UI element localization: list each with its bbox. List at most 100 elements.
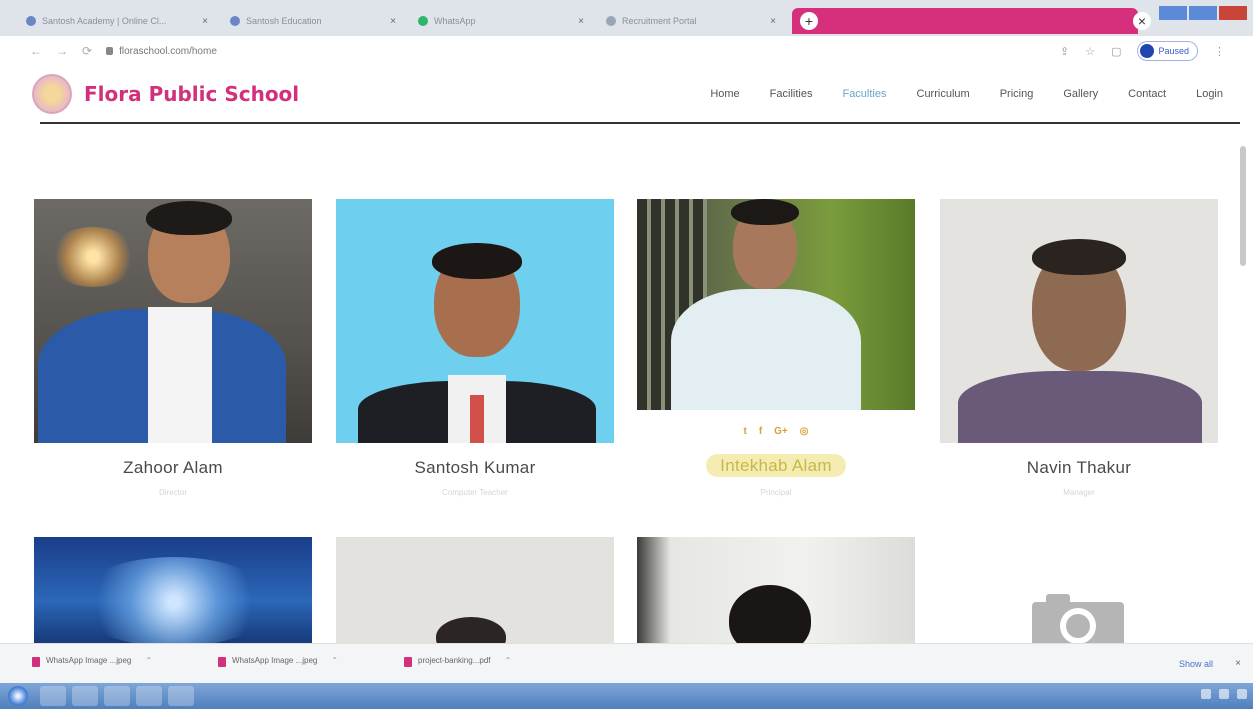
faculty-photo bbox=[336, 199, 614, 443]
brand-name[interactable]: Flora Public School bbox=[84, 82, 299, 106]
maximize-icon[interactable] bbox=[1189, 6, 1217, 20]
download-filename: WhatsApp Image ...jpeg bbox=[46, 656, 132, 665]
faculty-photo bbox=[34, 537, 312, 643]
camera-placeholder-icon bbox=[1032, 594, 1124, 648]
show-all-downloads-button[interactable]: Show all bbox=[1179, 659, 1213, 669]
nav-facilities[interactable]: Facilities bbox=[770, 88, 813, 100]
back-icon[interactable]: ← bbox=[30, 44, 42, 58]
menu-icon[interactable]: ⋮ bbox=[1214, 45, 1225, 58]
url-field[interactable]: floraschool.com/home bbox=[106, 46, 217, 57]
download-filename: WhatsApp Image ...jpeg bbox=[232, 656, 318, 665]
main-nav: Home Facilities Faculties Curriculum Pri… bbox=[710, 88, 1223, 100]
lock-icon bbox=[106, 47, 114, 55]
share-icon[interactable]: ⇪ bbox=[1060, 45, 1069, 58]
nav-faculties[interactable]: Faculties bbox=[842, 88, 886, 100]
network-icon[interactable] bbox=[1201, 689, 1211, 699]
nav-contact[interactable]: Contact bbox=[1128, 88, 1166, 100]
browser-tab[interactable]: WhatsApp × bbox=[410, 8, 592, 34]
site-favicon-icon bbox=[606, 16, 616, 26]
faculty-role: Computer Teacher bbox=[442, 488, 508, 497]
tab-label: WhatsApp bbox=[434, 16, 476, 26]
chevron-up-icon[interactable]: ⌃ bbox=[145, 656, 152, 665]
page-scrollbar[interactable] bbox=[1240, 146, 1246, 266]
taskbar-app-icon[interactable] bbox=[168, 686, 194, 706]
flag-icon[interactable] bbox=[1237, 689, 1247, 699]
close-tab-icon[interactable]: × bbox=[390, 16, 396, 27]
profile-label: Paused bbox=[1158, 46, 1189, 56]
close-tab-icon[interactable]: × bbox=[770, 16, 776, 27]
site-favicon-icon bbox=[26, 16, 36, 26]
volume-icon[interactable] bbox=[1219, 689, 1229, 699]
google-plus-icon[interactable]: G+ bbox=[774, 426, 788, 437]
browser-tab-active[interactable] bbox=[792, 8, 1138, 34]
faculty-photo bbox=[637, 537, 915, 643]
faculty-name: Zahoor Alam bbox=[123, 458, 223, 477]
tab-label: Santosh Academy | Online Cl... bbox=[42, 16, 167, 26]
avatar bbox=[1140, 44, 1155, 58]
close-tab-icon[interactable]: × bbox=[1133, 12, 1151, 30]
faculty-name: Intekhab Alam bbox=[706, 454, 846, 477]
window-controls bbox=[1159, 6, 1247, 20]
faculty-role: Director bbox=[158, 488, 187, 497]
instagram-icon[interactable]: ◎ bbox=[800, 426, 809, 437]
faculty-photo bbox=[637, 199, 915, 410]
browser-tab[interactable]: Recruitment Portal × bbox=[598, 8, 784, 34]
address-bar: ← → ⟳ floraschool.com/home ⇪ ☆ ▢ Paused … bbox=[0, 36, 1253, 66]
taskbar-app-icon[interactable] bbox=[72, 686, 98, 706]
new-tab-icon[interactable]: + bbox=[800, 12, 818, 30]
image-file-icon bbox=[32, 657, 40, 667]
url-text: floraschool.com/home bbox=[119, 45, 217, 57]
close-downloads-icon[interactable]: × bbox=[1235, 658, 1241, 669]
profile-button[interactable]: Paused bbox=[1137, 41, 1198, 61]
facebook-icon[interactable]: f bbox=[759, 426, 762, 437]
forward-icon[interactable]: → bbox=[56, 44, 68, 58]
browser-tab-bar: Santosh Academy | Online Cl... × Santosh… bbox=[0, 0, 1253, 36]
faculty-role: Manager bbox=[1063, 488, 1095, 497]
window-close-icon[interactable] bbox=[1219, 6, 1247, 20]
nav-pricing[interactable]: Pricing bbox=[1000, 88, 1034, 100]
close-tab-icon[interactable]: × bbox=[578, 16, 584, 27]
faculty-role: Principal bbox=[760, 488, 792, 497]
chevron-up-icon[interactable]: ⌃ bbox=[331, 656, 338, 665]
nav-curriculum[interactable]: Curriculum bbox=[917, 88, 970, 100]
system-tray bbox=[1201, 689, 1247, 699]
taskbar-app-icon[interactable] bbox=[136, 686, 162, 706]
download-item[interactable]: WhatsApp Image ...jpeg ⌃ bbox=[32, 656, 152, 667]
sidebar-icon[interactable]: ▢ bbox=[1111, 45, 1121, 58]
faculty-social-links: t f G+ ◎ bbox=[637, 426, 915, 437]
nav-gallery[interactable]: Gallery bbox=[1063, 88, 1098, 100]
twitter-icon[interactable]: t bbox=[743, 426, 746, 437]
taskbar-app-icon[interactable] bbox=[40, 686, 66, 706]
address-bar-actions: ⇪ ☆ ▢ Paused ⋮ bbox=[1060, 41, 1225, 61]
tab-label: Santosh Education bbox=[246, 16, 322, 26]
image-file-icon bbox=[218, 657, 226, 667]
start-button-icon[interactable] bbox=[8, 686, 28, 706]
site-header: Flora Public School Home Facilities Facu… bbox=[0, 66, 1253, 124]
browser-tab[interactable]: Santosh Education × bbox=[222, 8, 404, 34]
chevron-up-icon[interactable]: ⌃ bbox=[505, 656, 512, 665]
bookmark-star-icon[interactable]: ☆ bbox=[1085, 45, 1095, 58]
faculty-photo bbox=[336, 537, 614, 643]
header-divider bbox=[40, 122, 1240, 124]
reload-icon[interactable]: ⟳ bbox=[82, 44, 92, 58]
pdf-file-icon bbox=[404, 657, 412, 667]
minimize-icon[interactable] bbox=[1159, 6, 1187, 20]
whatsapp-icon bbox=[418, 16, 428, 26]
download-filename: project-banking...pdf bbox=[418, 656, 491, 665]
close-tab-icon[interactable]: × bbox=[202, 16, 208, 27]
download-item[interactable]: project-banking...pdf ⌃ bbox=[404, 656, 511, 667]
faculty-photo bbox=[34, 199, 312, 443]
browser-nav: ← → ⟳ bbox=[30, 44, 92, 58]
browser-tab[interactable]: Santosh Academy | Online Cl... × bbox=[18, 8, 216, 34]
nav-home[interactable]: Home bbox=[710, 88, 739, 100]
download-item[interactable]: WhatsApp Image ...jpeg ⌃ bbox=[218, 656, 338, 667]
downloads-bar: WhatsApp Image ...jpeg ⌃ WhatsApp Image … bbox=[0, 643, 1253, 683]
faculty-name: Navin Thakur bbox=[1026, 458, 1132, 477]
faculty-name: Santosh Kumar bbox=[414, 458, 536, 477]
tab-label: Recruitment Portal bbox=[622, 16, 697, 26]
os-taskbar bbox=[0, 683, 1253, 709]
school-logo[interactable] bbox=[32, 74, 72, 114]
taskbar-app-icon[interactable] bbox=[104, 686, 130, 706]
faculty-photo bbox=[940, 199, 1218, 443]
nav-login[interactable]: Login bbox=[1196, 88, 1223, 100]
